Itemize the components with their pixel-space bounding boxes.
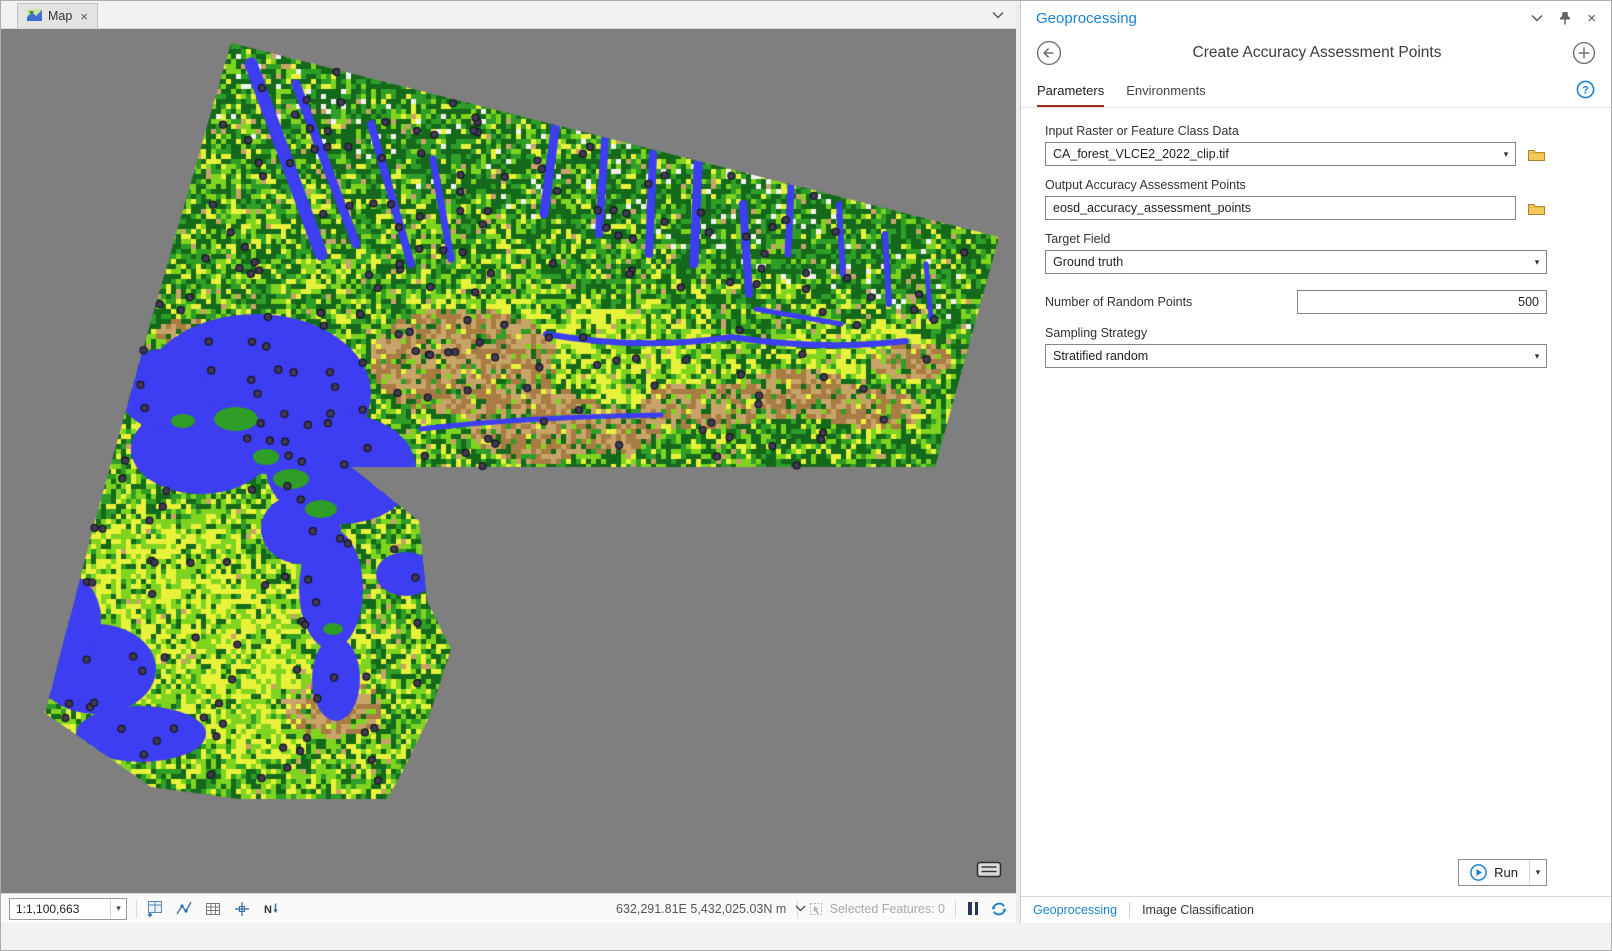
map-canvas[interactable] — [1, 29, 1016, 893]
svg-text:?: ? — [1582, 84, 1589, 96]
status-separator — [136, 900, 137, 918]
add-to-model-button[interactable] — [1572, 41, 1596, 65]
output-points-label: Output Accuracy Assessment Points — [1045, 178, 1547, 192]
sampling-strategy-label: Sampling Strategy — [1045, 326, 1547, 340]
back-button[interactable] — [1036, 40, 1062, 66]
tool-header: Create Accuracy Assessment Points — [1021, 35, 1611, 76]
panel-title: Geoprocessing — [1036, 10, 1531, 27]
back-arrow-icon — [1036, 40, 1062, 66]
sketch-properties-icon[interactable] — [175, 900, 193, 918]
random-points-label: Number of Random Points — [1045, 295, 1192, 309]
target-field-label: Target Field — [1045, 232, 1547, 246]
target-field-value: Ground truth — [1046, 255, 1528, 269]
map-scale-select[interactable]: 1:1,100,663 ▾ — [9, 898, 127, 920]
run-button[interactable]: Run ▾ — [1458, 859, 1547, 886]
map-overview-icon — [976, 860, 1002, 880]
selected-features-icon — [808, 901, 824, 917]
snapping-icon[interactable] — [233, 900, 251, 918]
panel-tab-separator — [1129, 902, 1130, 918]
map-tab-label: Map — [48, 9, 72, 23]
coordinates-caret-icon — [795, 905, 806, 912]
output-points-input[interactable] — [1045, 196, 1516, 220]
tool-tab-bar: Parameters Environments ? — [1021, 76, 1611, 108]
attribute-grid-icon[interactable] — [204, 900, 222, 918]
run-label: Run — [1494, 865, 1518, 880]
map-scale-value: 1:1,100,663 — [10, 899, 110, 919]
view-tab-strip: Map × — [1, 1, 1016, 29]
map-tab-close-icon[interactable]: × — [80, 9, 88, 24]
output-points-browse-button[interactable] — [1525, 199, 1547, 217]
map-overview-button[interactable] — [976, 860, 1002, 885]
selected-features-label: Selected Features: 0 — [830, 902, 945, 916]
scale-caret-icon: ▾ — [110, 899, 126, 919]
pin-icon[interactable] — [1558, 10, 1572, 26]
coordinates-value: 632,291.81E 5,432,025.03N m — [616, 902, 786, 916]
folder-icon — [1527, 201, 1546, 216]
panel-header: Geoprocessing × — [1021, 1, 1611, 35]
tab-environments[interactable]: Environments — [1126, 76, 1205, 107]
map-view-tab[interactable]: Map × — [17, 3, 98, 28]
panel-menu-icon[interactable] — [1531, 14, 1543, 22]
coordinates-display[interactable]: 632,291.81E 5,432,025.03N m — [616, 902, 806, 916]
dropdown-caret-icon[interactable]: ▾ — [1528, 257, 1546, 268]
run-options-caret[interactable]: ▾ — [1529, 860, 1546, 885]
help-button[interactable]: ? — [1576, 80, 1595, 104]
refresh-icon — [990, 900, 1008, 918]
plus-circle-icon — [1572, 41, 1596, 65]
map-thumbnail-icon — [27, 9, 42, 24]
map-status-bar: 1:1,100,663 ▾ — [1, 893, 1016, 923]
map-canvas-area — [1, 29, 1016, 893]
panel-tab-geoprocessing[interactable]: Geoprocessing — [1033, 903, 1117, 917]
run-play-icon — [1470, 864, 1487, 881]
refresh-map-button[interactable] — [990, 900, 1008, 918]
panel-tab-image-classification[interactable]: Image Classification — [1142, 903, 1254, 917]
dropdown-caret-icon[interactable]: ▾ — [1497, 149, 1515, 160]
status-toolbar: N — [146, 900, 280, 918]
window-bottom-strip — [1, 923, 1611, 950]
editing-toolbar-icon[interactable] — [146, 900, 164, 918]
status-separator — [955, 900, 956, 918]
input-raster-combobox[interactable]: CA_forest_VLCE2_2022_clip.tif ▾ — [1045, 142, 1516, 166]
tab-parameters[interactable]: Parameters — [1037, 76, 1104, 107]
tab-strip-menu-icon[interactable] — [980, 11, 1016, 19]
help-icon: ? — [1576, 80, 1595, 99]
sampling-strategy-combobox[interactable]: Stratified random ▾ — [1045, 344, 1547, 368]
pause-drawing-button[interactable] — [966, 902, 980, 915]
input-raster-label: Input Raster or Feature Class Data — [1045, 124, 1547, 138]
input-raster-value: CA_forest_VLCE2_2022_clip.tif — [1046, 147, 1497, 161]
input-raster-browse-button[interactable] — [1525, 145, 1547, 163]
tool-title: Create Accuracy Assessment Points — [1072, 44, 1562, 62]
status-right-group: Selected Features: 0 — [797, 900, 1008, 918]
geoprocessing-panel: Geoprocessing × Create Accuracy Assessme… — [1020, 1, 1611, 923]
svg-text:N: N — [264, 904, 272, 916]
folder-icon — [1527, 147, 1546, 162]
dropdown-caret-icon[interactable]: ▾ — [1528, 351, 1546, 362]
run-row: Run ▾ — [1021, 859, 1611, 896]
arcgis-pro-window: Map × 1:1,100,6 — [0, 0, 1612, 951]
map-view-pane: Map × 1:1,100,6 — [1, 1, 1016, 923]
selected-features-status[interactable]: Selected Features: 0 — [808, 901, 945, 917]
sampling-strategy-value: Stratified random — [1046, 349, 1528, 363]
random-points-input[interactable] — [1297, 290, 1547, 314]
panel-close-icon[interactable]: × — [1587, 11, 1596, 26]
parameters-form: Input Raster or Feature Class Data CA_fo… — [1021, 108, 1611, 859]
target-field-combobox[interactable]: Ground truth ▾ — [1045, 250, 1547, 274]
north-arrow-icon[interactable]: N — [262, 900, 280, 918]
panel-tab-bar: Geoprocessing Image Classification — [1021, 896, 1611, 923]
